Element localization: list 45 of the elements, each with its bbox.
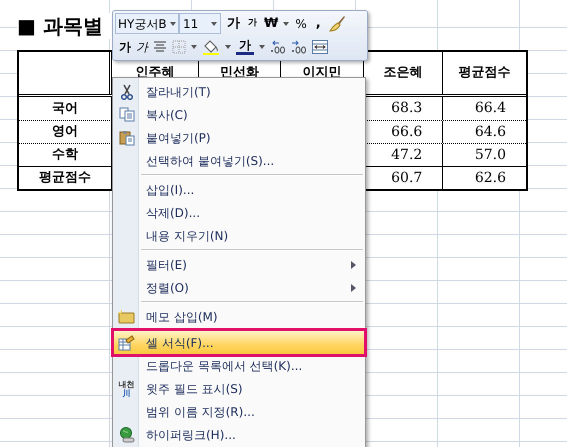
font-size-dropdown[interactable]: 11 bbox=[179, 13, 221, 34]
menu-item[interactable]: 하이퍼링크(H)... bbox=[114, 423, 364, 446]
table-cell-text: 62.6 bbox=[474, 168, 507, 188]
caret-icon bbox=[170, 22, 176, 26]
submenu-arrow-icon bbox=[351, 260, 356, 268]
phonetic-icon: 내천 川 bbox=[118, 380, 134, 398]
increase-decimal-icon[interactable] bbox=[270, 40, 286, 54]
clipboard-icon bbox=[118, 130, 134, 146]
menu-item[interactable]: 범위 이름 지정(R)... bbox=[114, 400, 364, 423]
copy-icon bbox=[118, 107, 134, 122]
font-name-dropdown[interactable]: HY궁서B bbox=[115, 13, 179, 34]
menu-item[interactable]: 붙여넣기(P) bbox=[114, 126, 364, 149]
caret-icon bbox=[283, 22, 290, 26]
comma-button[interactable]: , bbox=[312, 14, 324, 34]
sheet-title: ■ 과목별 bbox=[17, 13, 113, 39]
menu-item[interactable]: 삭제(D)... bbox=[114, 201, 364, 224]
table-cell-text: 57.0 bbox=[474, 146, 507, 164]
scissors-icon bbox=[120, 84, 134, 100]
menu-item[interactable]: 선택하여 붙여넣기(S)... bbox=[114, 149, 364, 172]
align-center-icon[interactable] bbox=[153, 41, 167, 54]
format-cells-icon bbox=[118, 334, 135, 350]
fill-color-icon[interactable] bbox=[202, 39, 220, 56]
table-cell-text: 66.4 bbox=[474, 99, 507, 118]
submenu-arrow-icon bbox=[351, 284, 356, 292]
menu-item[interactable]: 복사(C) bbox=[114, 103, 364, 126]
brush-icon[interactable] bbox=[328, 14, 346, 33]
percent-button[interactable]: % bbox=[293, 14, 309, 33]
table-cell-text: 64.6 bbox=[474, 122, 507, 142]
menu-item[interactable]: 삽입(I)... bbox=[114, 178, 364, 201]
menu-item[interactable]: 필터(E) bbox=[114, 253, 364, 276]
column-header: 평균점수 bbox=[458, 64, 512, 82]
currency-button[interactable]: ₩ bbox=[263, 14, 280, 34]
menu-item[interactable]: 정렬(O) bbox=[114, 276, 364, 299]
note-icon bbox=[118, 310, 135, 324]
menu-item[interactable]: 내천 川 윗주 필드 표시(S) bbox=[114, 377, 364, 400]
menu-item[interactable]: 셀 서식(F)... bbox=[114, 331, 364, 354]
grow-font-button[interactable]: 가 bbox=[225, 14, 242, 34]
menu-item[interactable]: 드롭다운 목록에서 선택(K)... bbox=[114, 354, 364, 377]
caret-icon bbox=[211, 22, 217, 26]
globe-link-icon bbox=[118, 426, 134, 442]
decrease-decimal-icon[interactable] bbox=[291, 40, 307, 54]
menu-item[interactable]: 내용 지우기(N) bbox=[114, 224, 364, 247]
menu-item[interactable]: 메모 삽입(M) bbox=[114, 305, 364, 328]
merge-center-icon[interactable] bbox=[312, 40, 328, 54]
shrink-font-button[interactable]: 가 bbox=[246, 17, 259, 30]
